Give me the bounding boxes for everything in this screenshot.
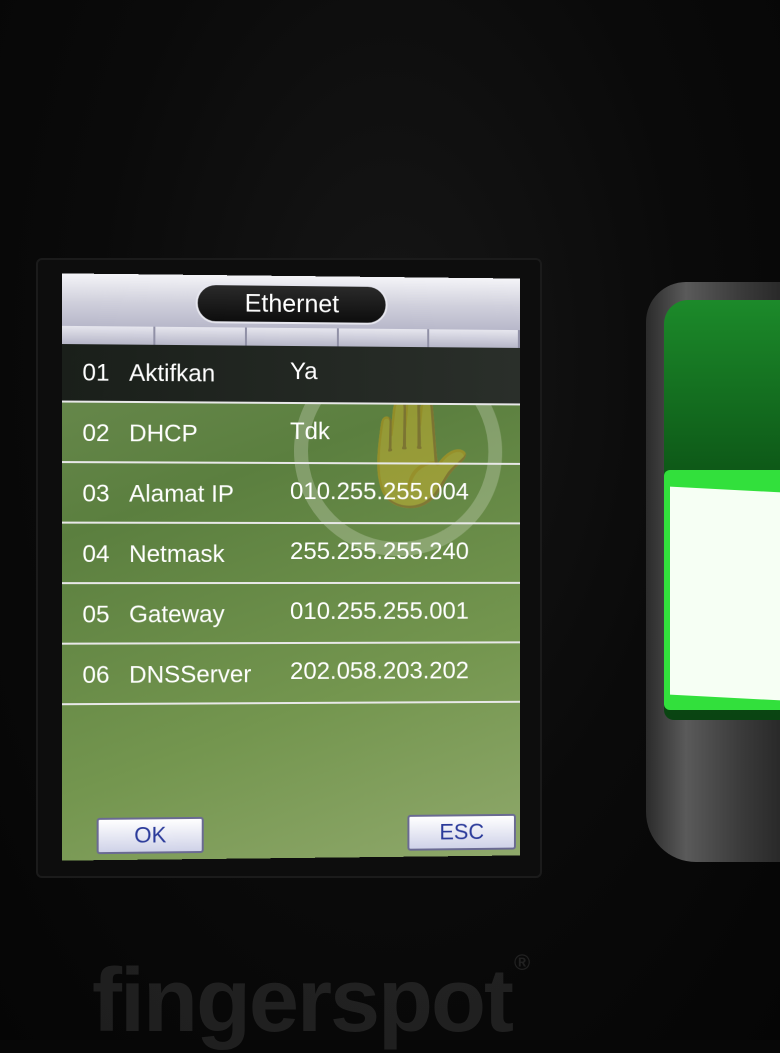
row-number: 04 (82, 540, 110, 569)
row-value: 010.255.255.004 (290, 477, 469, 506)
row-label: Gateway (129, 601, 225, 629)
row-number: 03 (82, 480, 110, 508)
tab-segment (247, 327, 339, 347)
row-value: Ya (290, 357, 318, 386)
menu-row-gateway[interactable]: 05 Gateway 010.255.255.001 (62, 585, 520, 645)
row-value: 202.058.203.202 (290, 657, 469, 686)
row-number: 02 (82, 419, 110, 448)
ok-button[interactable]: OK (96, 816, 204, 855)
esc-button[interactable]: ESC (407, 813, 516, 851)
menu-row-dnsserver[interactable]: 06 DNSServer 202.058.203.202 (62, 645, 520, 706)
title-bar: Ethernet (62, 273, 520, 348)
tab-segment (338, 328, 430, 348)
brand-name: fingerspot (92, 951, 514, 1051)
tab-segment (429, 329, 520, 348)
trademark-symbol: ® (513, 950, 530, 975)
fingerprint-sensor-window[interactable] (670, 486, 780, 702)
row-number: 06 (82, 661, 110, 689)
tab-segment (62, 325, 155, 345)
brand-logo: fingerspot® (92, 950, 530, 1053)
row-label: Netmask (129, 540, 225, 569)
menu-row-dhcp[interactable]: 02 DHCP Tdk (62, 404, 520, 465)
screen-title: Ethernet (195, 282, 388, 325)
device-screen: Ethernet ✋ 01 Aktifkan Ya 02 DHCP Tdk 03… (62, 273, 520, 861)
row-number: 05 (82, 601, 110, 629)
row-label: DNSServer (129, 661, 252, 689)
row-value: 010.255.255.001 (290, 597, 469, 626)
row-number: 01 (82, 359, 110, 387)
row-value: 255.255.255.240 (290, 537, 469, 566)
menu-row-netmask[interactable]: 04 Netmask 255.255.255.240 (62, 525, 520, 585)
row-label: Alamat IP (129, 480, 234, 508)
menu-row-alamat-ip[interactable]: 03 Alamat IP 010.255.255.004 (62, 465, 520, 525)
fingerprint-device: Ethernet ✋ 01 Aktifkan Ya 02 DHCP Tdk 03… (0, 0, 780, 1051)
menu-row-aktifkan[interactable]: 01 Aktifkan Ya (62, 344, 520, 406)
row-label: DHCP (129, 420, 198, 448)
row-label: Aktifkan (129, 359, 216, 388)
tab-segment (154, 326, 248, 346)
row-value: Tdk (290, 417, 330, 446)
